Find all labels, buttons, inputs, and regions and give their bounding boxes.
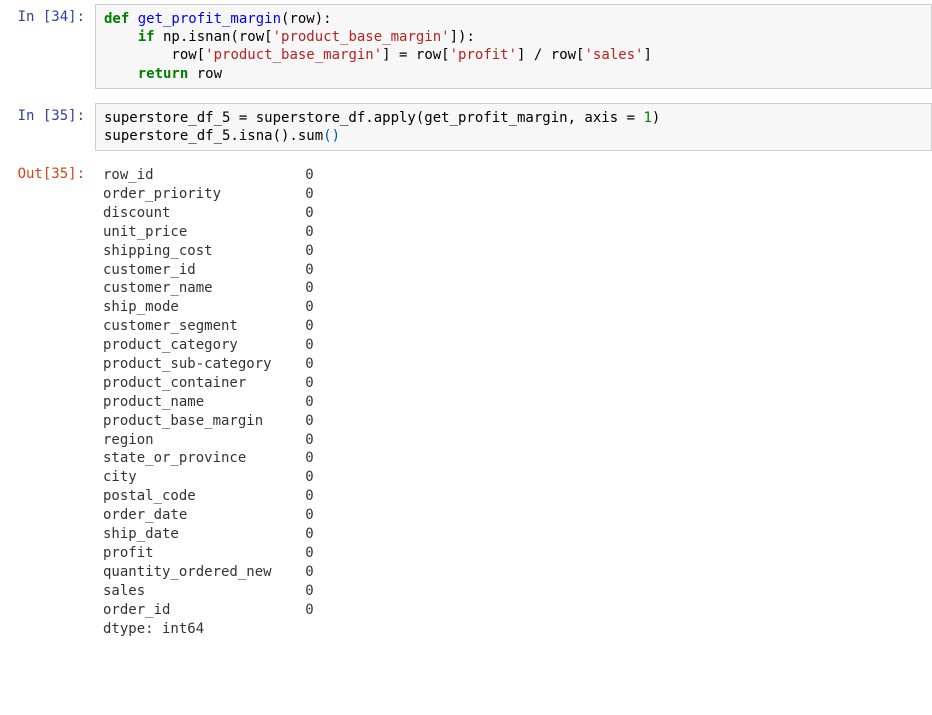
code-cell-35: In [35]: superstore_df_5 = superstore_df… — [0, 103, 932, 151]
output-prompt-35: Out[35]: — [0, 161, 95, 643]
input-prompt-35: In [35]: — [0, 103, 95, 151]
cell-content-34: def get_profit_margin(row): if np.isnan(… — [95, 4, 932, 89]
cell-content-35: superstore_df_5 = superstore_df.apply(ge… — [95, 103, 932, 151]
code-cell-34: In [34]: def get_profit_margin(row): if … — [0, 4, 932, 89]
output-content-35: row_id 0 order_priority 0 discount 0 uni… — [95, 161, 932, 643]
output-text-35: row_id 0 order_priority 0 discount 0 uni… — [95, 161, 932, 643]
code-input-35[interactable]: superstore_df_5 = superstore_df.apply(ge… — [95, 103, 932, 151]
input-prompt-34: In [34]: — [0, 4, 95, 89]
code-input-34[interactable]: def get_profit_margin(row): if np.isnan(… — [95, 4, 932, 89]
output-cell-35: Out[35]: row_id 0 order_priority 0 disco… — [0, 161, 932, 643]
